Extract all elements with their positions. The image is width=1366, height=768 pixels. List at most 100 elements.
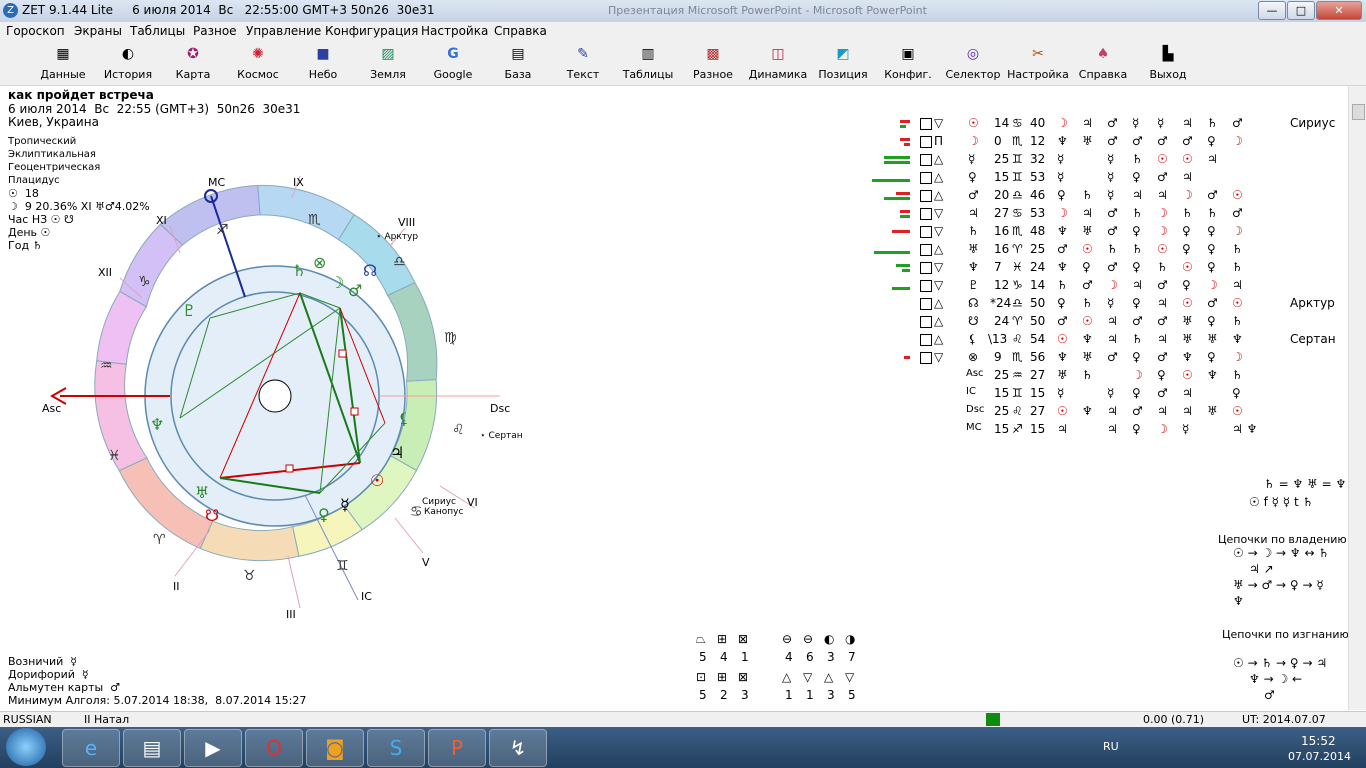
table-row[interactable]: ▽ ♃ 27 ♋ 53 ☽ ♃ ♂ ♄ ☽ ♄ ♄ ♂ [860,206,1340,224]
table-row[interactable]: △ ☋ 24 ♈ 50 ♂ ☉ ♃ ♂ ♂ ♅ ♀ ♄ [860,314,1340,332]
table-row[interactable]: IC 15 ♊ 15 ☿ ☿ ♀ ♂ ♃ ♀ [860,386,1340,404]
taskbar-explorer-button[interactable]: ▤ [123,729,181,767]
toolbar-history-button[interactable]: ◐ История [96,45,160,81]
toolbar-earth-button[interactable]: ▨ Земля [356,45,420,81]
sign-virgo-glyph: ♍ [444,330,457,346]
toolbar-map-button[interactable]: ✪ Карта [161,45,225,81]
status-value: 0.00 (0.71) [1143,713,1205,726]
menu-misc[interactable]: Разное [193,24,237,38]
taskbar-opera-button[interactable]: O [245,729,303,767]
text-icon: ✎ [577,46,589,62]
menu-tables[interactable]: Таблицы [130,24,185,38]
menu-control[interactable]: Управление [246,24,321,38]
vertical-scrollbar[interactable] [1348,86,1366,710]
table-row[interactable]: MC 15 ♐ 15 ♃ ♃ ♀ ☽ ☿ ♃ ♆ [860,422,1340,440]
status-mode: II Натал [84,713,130,726]
house-ix-label: IX [293,176,304,189]
horoscope-wheel[interactable]: ♄ ⊗ ☽ ♂ ☊ ♇ ♆ ♅ ☋ ♀ ☿ ♃ ⚸ ☉ MC Asc Dsc I… [30,168,530,628]
taskbar-zet-button[interactable]: ↯ [489,729,547,767]
toolbar-base-button[interactable]: ▤ База [486,45,550,81]
star-sertan-label: ⋆ Сертан [480,431,523,441]
table-row[interactable]: ▽ ⊗ 9 ♏ 56 ♆ ♅ ♂ ♀ ♂ ♆ ♀ ☽ [860,350,1340,368]
table-row[interactable]: ▽ ♇ 12 ♑ 14 ♄ ♂ ☽ ♃ ♂ ♀ ☽ ♃ [860,278,1340,296]
exile-chain-1: ☉ → ♄ → ♀ → ♃ [1233,656,1328,670]
status-language: RUSSIAN [3,713,52,726]
toolbar-help-button[interactable]: ♠ Справка [1071,45,1135,81]
maximize-button[interactable]: □ [1287,1,1315,20]
menu-configuration[interactable]: Конфигурация [325,24,418,38]
table-row[interactable]: △ ♅ 16 ♈ 25 ♂ ☉ ♄ ♄ ☉ ♀ ♀ ♄ [860,242,1340,260]
sign-taurus-glyph: ♉ [243,568,256,584]
taskbar-time[interactable]: 15:52 [1301,734,1336,748]
menu-horoscope[interactable]: Гороскоп [6,24,65,38]
toolbar-tables-button[interactable]: ▥ Таблицы [616,45,680,81]
close-button[interactable]: ✕ [1316,1,1362,20]
star-sirius-label: Сириус [422,497,456,507]
toolbar-misc-button[interactable]: ▩ Разное [681,45,745,81]
selector-icon: ◎ [966,46,980,62]
svg-text:♇: ♇ [182,301,196,320]
vozn-line: Возничий ☿ [8,655,78,668]
app-icon[interactable]: Z [3,3,18,18]
sign-aries-glyph: ♈ [153,532,166,548]
ic-label: IC [361,590,372,603]
exile-chain-3: ♂ [1264,688,1275,702]
toolbar-dynamics-button[interactable]: ◫ Динамика [746,45,810,81]
toolbar-text-button[interactable]: ✎ Текст [551,45,615,81]
ownership-chain-2: ♅ → ♂ → ♀ → ☿ [1233,578,1324,592]
taskbar-skype-button[interactable]: S [367,729,425,767]
table-row[interactable]: ▽ ☉ 14 ♋ 40 ☽ ♃ ♂ ☿ ☿ ♃ ♄ ♂ Сириус [860,116,1340,134]
house-v-label: V [422,556,430,569]
title-bar: Z ZET 9.1.44 Lite 6 июля 2014 Вс 22:55:0… [0,0,1366,22]
svg-text:♂: ♂ [348,281,362,300]
table-row[interactable]: П ☽ 0 ♏ 12 ♆ ♅ ♂ ♂ ♂ ♂ ♀ ☽ [860,134,1340,152]
menu-settings[interactable]: Настройка [421,24,488,38]
toolbar-selector-button[interactable]: ◎ Селектор [941,45,1005,81]
toolbar-sky-button[interactable]: ■ Небо [291,45,355,81]
svg-text:☿: ☿ [340,495,350,514]
house-xi-label: XI [156,214,167,227]
taskbar-date[interactable]: 07.07.2014 [1288,750,1351,763]
toolbar-settings-button[interactable]: ✂ Настройка [1006,45,1070,81]
sign-pisces-glyph: ♓ [108,448,121,464]
table-row[interactable]: △ ♀ 15 ♊ 53 ☿ ☿ ♀ ♂ ♃ [860,170,1340,188]
toolbar-google-button[interactable]: G Google [421,45,485,81]
table-row[interactable]: ▽ ♆ 7 ♓ 24 ♆ ♀ ♂ ♀ ♄ ☉ ♀ ♄ [860,260,1340,278]
table-row[interactable]: △ ⚸ \13 ♌ 54 ☉ ♆ ♃ ♄ ♃ ♅ ♅ ♆ Сертан [860,332,1340,350]
table-row[interactable]: Asc 25 ♒ 27 ♅ ♄ ☽ ♀ ☉ ♆ ♄ [860,368,1340,386]
toolbar-cosmos-button[interactable]: ✺ Космос [226,45,290,81]
coordinate-type: Эклиптикальная [8,149,96,160]
menu-screens[interactable]: Экраны [74,24,122,38]
dispositor-formula-2: ☉ f ☿ ☿ t ♄ [1249,495,1314,509]
table-row[interactable]: ▽ ♄ 16 ♏ 48 ♆ ♅ ♂ ♀ ☽ ♀ ♀ ☽ [860,224,1340,242]
toolbar-exit-button[interactable]: ▙ Выход [1136,45,1200,81]
earth-icon: ▨ [381,46,395,62]
star-arcturus-label: ⋆ Арктур [376,232,418,242]
map-icon: ✪ [187,46,199,62]
toolbar-position-button[interactable]: ◩ Позиция [811,45,875,81]
table-row[interactable]: △ ♂ 20 ♎ 46 ♀ ♄ ☿ ♃ ♃ ☽ ♂ ☉ [860,188,1340,206]
toolbar-config-button[interactable]: ▣ Конфиг. [876,45,940,81]
base-icon: ▤ [511,46,525,62]
svg-text:⚸: ⚸ [398,409,410,428]
svg-text:☉: ☉ [370,471,384,490]
table-row[interactable]: Dsc 25 ♌ 27 ☉ ♆ ♃ ♂ ♃ ♃ ♅ ☉ [860,404,1340,422]
misc-icon: ▩ [706,46,720,62]
taskbar-ie-button[interactable]: e [62,729,120,767]
taskbar-powerpoint-button[interactable]: P [428,729,486,767]
sign-libra-glyph: ♎ [393,254,406,270]
minimize-button[interactable]: — [1258,1,1286,20]
svg-text:☊: ☊ [363,261,377,280]
toolbar-data-button[interactable]: ▦ Данные [31,45,95,81]
house-viii-label: VIII [398,216,415,229]
table-row[interactable]: △ ☊ *24 ♎ 50 ♀ ♄ ☿ ♀ ♃ ☉ ♂ ☉ Арктур [860,296,1340,314]
menu-help[interactable]: Справка [494,24,547,38]
exile-chains-title: Цепочки по изгнанию [1222,628,1349,641]
background-window-title: Презентация Microsoft PowerPoint - Micro… [608,4,927,17]
star-arcturus: Арктур [1290,296,1335,310]
taskbar-outlook-button[interactable]: ◙ [306,729,364,767]
taskbar-media-button[interactable]: ▶ [184,729,242,767]
table-row[interactable]: △ ☿ 25 ♊ 32 ☿ ☿ ♄ ☉ ☉ ♃ [860,152,1340,170]
start-button[interactable] [6,728,46,766]
taskbar-language[interactable]: RU [1103,740,1119,753]
